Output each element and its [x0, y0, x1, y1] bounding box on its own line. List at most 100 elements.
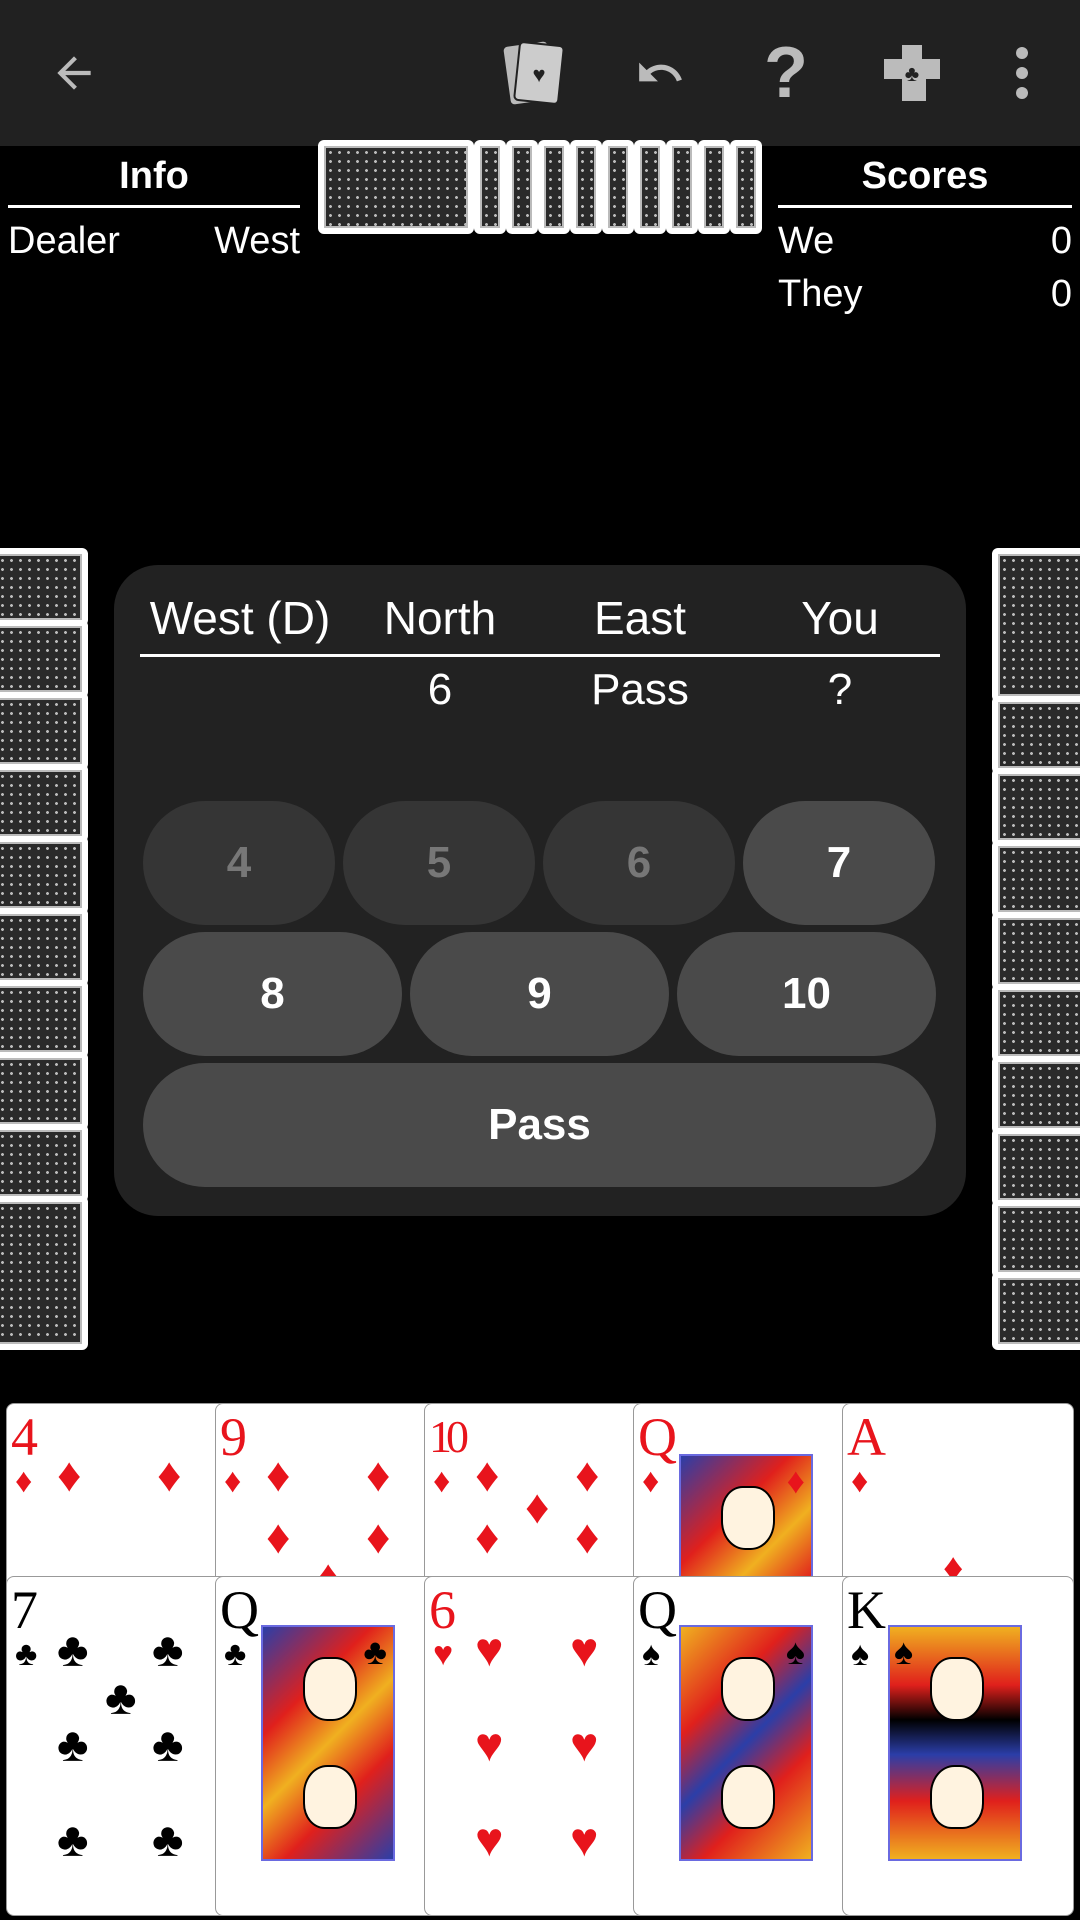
top-app-bar: ♥ ? ♣ — [0, 0, 1080, 146]
card-back — [318, 140, 474, 234]
card-back — [602, 140, 634, 234]
face-head — [303, 1657, 357, 1721]
card-back — [0, 548, 88, 626]
diamond-pip-icon: ♦ — [366, 1449, 391, 1502]
card-back — [992, 912, 1080, 990]
bid-you: ? — [827, 665, 853, 714]
card-queen-clubs[interactable]: Q ♣ ♣ — [215, 1576, 447, 1916]
diamond-suit-icon: ♦ — [433, 1462, 451, 1500]
card-back — [0, 764, 88, 842]
face-head — [721, 1765, 775, 1829]
card-rank: Q — [638, 1407, 677, 1467]
help-question-icon: ? — [764, 33, 808, 113]
bid-header-north: North — [383, 592, 497, 644]
card-back — [992, 1200, 1080, 1278]
diamond-suit-icon: ♦ — [851, 1462, 869, 1500]
club-pip-icon: ♣ — [57, 1814, 89, 1867]
card-6-hearts[interactable]: 6 ♥ ♥ ♥ ♥ ♥ ♥ ♥ — [424, 1576, 656, 1916]
info-divider — [8, 205, 300, 208]
card-rank: Q — [638, 1580, 677, 1640]
bid-header-you: You — [801, 592, 879, 644]
card-queen-spades[interactable]: Q ♠ ♠ — [633, 1576, 865, 1916]
diamond-pip-icon: ♦ — [475, 1511, 500, 1564]
bid-button-5[interactable]: 5 — [343, 801, 535, 925]
card-queen-diamonds[interactable]: Q ♦ ♦ — [633, 1403, 865, 1593]
card-back — [992, 984, 1080, 1062]
club-pip-icon: ♣ — [105, 1672, 137, 1725]
card-back — [992, 1128, 1080, 1206]
diamond-pip-icon: ♦ — [575, 1449, 600, 1502]
heart-pip-icon: ♥ — [570, 1719, 599, 1772]
heart-pip-icon: ♥ — [475, 1814, 504, 1867]
club-pip-icon: ♣ — [57, 1719, 89, 1772]
diamond-pip-icon: ♦ — [266, 1511, 291, 1564]
club-suit-icon: ♣ — [224, 1635, 247, 1673]
spade-suit-icon: ♠ — [642, 1635, 661, 1673]
card-rank: 6 — [429, 1580, 456, 1640]
diamond-pip-icon: ♦ — [525, 1481, 550, 1534]
diamond-pip-icon: ♦ — [57, 1449, 82, 1502]
diamond-pip-icon: ♦ — [575, 1511, 600, 1564]
spade-suit-icon: ♠ — [851, 1635, 870, 1673]
info-title: Info — [119, 155, 189, 197]
bid-button-7[interactable]: 7 — [743, 801, 935, 925]
card-4-diamonds[interactable]: 4 ♦ ♦ ♦ — [6, 1403, 238, 1593]
pass-button[interactable]: Pass — [143, 1063, 936, 1187]
arrow-left-icon — [57, 56, 91, 90]
card-back — [634, 140, 666, 234]
card-back — [992, 1056, 1080, 1134]
bid-button-4[interactable]: 4 — [143, 801, 335, 925]
club-pip-icon: ♣ — [152, 1814, 184, 1867]
card-back — [992, 768, 1080, 846]
card-7-clubs[interactable]: 7 ♣ ♣ ♣ ♣ ♣ ♣ ♣ ♣ — [6, 1576, 238, 1916]
face-head — [721, 1486, 775, 1550]
queen-face-image: ♠ — [679, 1625, 813, 1861]
diamond-pip-icon: ♦ — [366, 1511, 391, 1564]
bid-table-divider — [140, 654, 940, 657]
we-score: 0 — [1050, 220, 1072, 262]
face-head — [930, 1657, 984, 1721]
heart-pip-icon: ♥ — [475, 1719, 504, 1772]
card-back — [0, 620, 88, 698]
spade-suit-icon: ♠ — [785, 1631, 805, 1672]
bid-button-9[interactable]: 9 — [410, 932, 669, 1056]
card-9-diamonds[interactable]: 9 ♦ ♦ ♦ ♦ ♦ ♦ — [215, 1403, 447, 1593]
heart-pip-icon: ♥ — [570, 1624, 599, 1677]
card-back — [474, 140, 506, 234]
club-suit-icon: ♣ — [363, 1631, 387, 1672]
card-back — [992, 696, 1080, 774]
bid-button-10[interactable]: 10 — [677, 932, 936, 1056]
undo-button[interactable] — [610, 23, 710, 123]
card-rank: 4 — [11, 1407, 38, 1467]
svg-text:♥: ♥ — [532, 62, 545, 87]
back-button[interactable] — [24, 23, 124, 123]
we-label: We — [778, 220, 835, 262]
they-label: They — [778, 273, 863, 315]
more-menu-button[interactable] — [972, 23, 1072, 123]
bid-button-8[interactable]: 8 — [143, 932, 402, 1056]
card-ace-diamonds[interactable]: A ♦ ♦ — [842, 1403, 1074, 1593]
queen-face-image: ♦ — [679, 1454, 813, 1592]
card-back — [538, 140, 570, 234]
diamond-pip-icon: ♦ — [475, 1449, 500, 1502]
cards-button[interactable]: ♥ — [484, 23, 584, 123]
card-rank: Q — [220, 1580, 259, 1640]
svg-text:♣: ♣ — [905, 61, 919, 86]
dealer-value: West — [214, 220, 300, 262]
club-pip-icon: ♣ — [152, 1719, 184, 1772]
puzzle-button[interactable]: ♣ — [862, 23, 962, 123]
bid-button-6[interactable]: 6 — [543, 801, 735, 925]
card-10-diamonds[interactable]: 10 ♦ ♦ ♦ ♦ ♦ ♦ — [424, 1403, 656, 1593]
card-back — [0, 836, 88, 914]
face-head — [303, 1765, 357, 1829]
card-rank: K — [847, 1580, 886, 1640]
club-pip-icon: ♣ — [152, 1624, 184, 1677]
scores-title: Scores — [861, 155, 989, 197]
help-button[interactable]: ? — [736, 23, 836, 123]
bid-east: Pass — [591, 665, 689, 714]
face-head — [930, 1765, 984, 1829]
diamond-suit-icon: ♦ — [224, 1462, 242, 1500]
club-pip-icon: ♣ — [57, 1624, 89, 1677]
card-king-spades[interactable]: K ♠ ♠ — [842, 1576, 1074, 1916]
card-back — [0, 1196, 88, 1350]
